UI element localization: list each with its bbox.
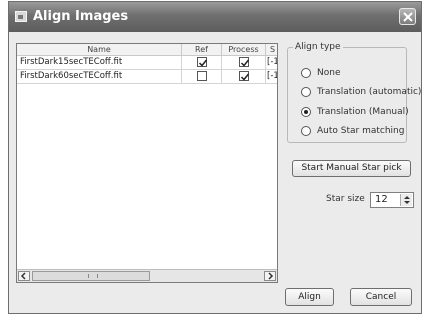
start-manual-star-pick-button[interactable]: Start Manual Star pick (292, 160, 411, 177)
star-size-value[interactable]: 12 (375, 194, 388, 205)
row-1-process-checkbox[interactable] (239, 57, 250, 67)
app-icon (15, 11, 27, 22)
arrow-right-icon (268, 272, 274, 280)
table-row-1-name[interactable]: FirstDark15secTECoff.fit (17, 56, 182, 70)
scroll-left-button[interactable] (18, 271, 30, 281)
images-table[interactable]: Name Ref Process S FirstDark15secTECoff.… (16, 43, 278, 283)
scroll-right-button[interactable] (264, 271, 276, 281)
check-icon (198, 59, 208, 67)
table-row-2-extra: [-1. (266, 70, 277, 84)
arrow-left-icon (20, 272, 26, 280)
star-size-spinner[interactable]: 12 (370, 192, 414, 208)
title-bar[interactable]: Align Images (9, 2, 421, 32)
spin-arrows[interactable] (400, 194, 412, 206)
window-title: Align Images (33, 9, 129, 24)
radio-translation-automatic-label[interactable]: Translation (automatic) (317, 87, 421, 97)
align-type-label: Align type (293, 42, 343, 52)
column-header-s[interactable]: S (266, 44, 277, 56)
column-header-process[interactable]: Process (222, 44, 266, 56)
close-button[interactable] (399, 8, 416, 25)
radio-translation-manual-button[interactable] (301, 107, 311, 117)
radio-translation-automatic-button[interactable] (301, 87, 311, 97)
column-header-ref[interactable]: Ref (182, 44, 222, 56)
radio-auto-star-matching-label[interactable]: Auto Star matching (317, 126, 404, 136)
cancel-button[interactable]: Cancel (350, 288, 412, 306)
row-2-ref-checkbox[interactable] (197, 71, 207, 81)
close-icon (403, 12, 413, 22)
table-row-1-ref-cell (182, 56, 222, 70)
table-row-2-name[interactable]: FirstDark60secTECoff.fit (17, 70, 182, 84)
check-icon (240, 59, 250, 67)
table-row-1-extra: [-1. (266, 56, 277, 70)
spin-arrows-icon (404, 196, 410, 204)
row-1-ref-checkbox[interactable] (197, 57, 208, 67)
row-2-process-checkbox[interactable] (239, 71, 250, 81)
align-button[interactable]: Align (285, 288, 334, 306)
star-size-label: Star size (326, 194, 365, 204)
scroll-thumb[interactable] (32, 271, 150, 281)
radio-none-button[interactable] (301, 68, 311, 78)
grip-icon (88, 274, 98, 278)
radio-translation-manual-label[interactable]: Translation (Manual) (317, 107, 409, 117)
horizontal-scrollbar[interactable] (17, 269, 277, 282)
table-row-1-process-cell (222, 56, 266, 70)
table-row-2-process-cell (222, 70, 266, 84)
radio-auto-star-matching-button[interactable] (301, 126, 311, 136)
check-icon (240, 73, 250, 81)
column-header-name[interactable]: Name (17, 44, 182, 56)
radio-none-label[interactable]: None (317, 68, 340, 78)
table-row-2-ref-cell (182, 70, 222, 84)
